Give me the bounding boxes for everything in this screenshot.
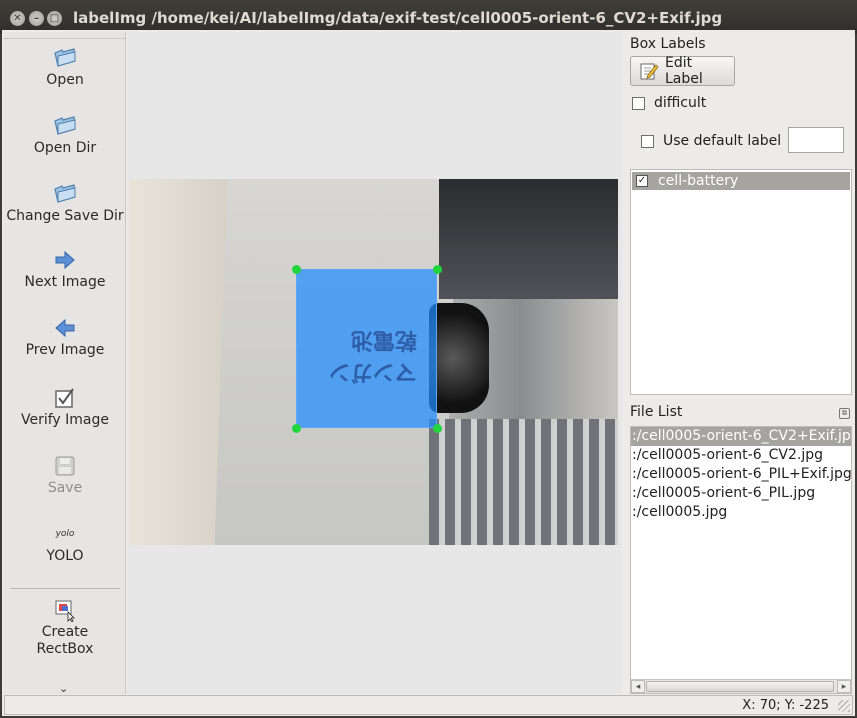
rectbox-icon bbox=[4, 596, 126, 624]
edit-icon bbox=[639, 61, 659, 81]
edit-label-text: Edit Label bbox=[665, 55, 703, 87]
file-list-item[interactable]: :/cell0005.jpg bbox=[631, 503, 851, 522]
scroll-right-icon[interactable]: ▸ bbox=[837, 680, 851, 693]
file-list-item[interactable]: :/cell0005-orient-6_CV2.jpg bbox=[631, 446, 851, 465]
undock-icon[interactable]: ⧉ bbox=[839, 408, 850, 419]
bbox-handle-top-left[interactable] bbox=[292, 265, 301, 274]
arrow-right-icon bbox=[4, 246, 126, 274]
maximize-window-button[interactable]: □ bbox=[47, 11, 62, 26]
difficult-checkbox[interactable]: difficult bbox=[632, 95, 706, 111]
open-button[interactable]: Open bbox=[4, 44, 126, 89]
battery-text: マンガン乾電池 bbox=[328, 327, 417, 384]
edit-label-button[interactable]: Edit Label bbox=[630, 55, 735, 87]
box-labels-title: Box Labels bbox=[630, 36, 706, 52]
next-image-button[interactable]: Next Image bbox=[4, 246, 126, 291]
open-dir-label: Open Dir bbox=[33, 140, 97, 156]
floppy-icon bbox=[4, 452, 126, 480]
scroll-left-icon[interactable]: ◂ bbox=[631, 680, 645, 693]
bounding-box-cell-battery[interactable]: マンガン乾電池 bbox=[296, 269, 437, 428]
image-canvas[interactable]: マンガン乾電池 bbox=[127, 32, 622, 694]
bbox-handle-top-right[interactable] bbox=[433, 265, 442, 274]
cursor-coordinates: X: 70; Y: -225 bbox=[742, 698, 829, 713]
yolo-label: YOLO bbox=[46, 548, 84, 564]
open-label: Open bbox=[46, 72, 84, 88]
close-window-button[interactable]: ✕ bbox=[10, 11, 25, 26]
arrow-left-icon bbox=[4, 314, 126, 342]
file-list[interactable]: :/cell0005-orient-6_CV2+Exif.jpg :/cell0… bbox=[630, 426, 852, 694]
bbox-handle-bottom-right[interactable] bbox=[433, 424, 442, 433]
difficult-label: difficult bbox=[654, 95, 707, 111]
open-dir-button[interactable]: Open Dir bbox=[4, 112, 126, 157]
label-checkbox[interactable]: ✓ bbox=[636, 175, 648, 187]
change-save-dir-label: Change Save Dir bbox=[6, 208, 124, 224]
folder-open-icon bbox=[4, 44, 126, 72]
photo-image: マンガン乾電池 bbox=[129, 179, 618, 545]
label-item-cell-battery[interactable]: ✓ cell-battery bbox=[632, 172, 850, 190]
bbox-handle-bottom-left[interactable] bbox=[292, 424, 301, 433]
use-default-check-box[interactable] bbox=[641, 134, 654, 148]
folder-open-icon bbox=[4, 112, 126, 140]
prev-image-label: Prev Image bbox=[25, 342, 105, 358]
yolo-button[interactable]: yolo YOLO bbox=[4, 520, 126, 565]
file-list-item[interactable]: :/cell0005-orient-6_PIL+Exif.jpg bbox=[631, 465, 851, 484]
save-button[interactable]: Save bbox=[4, 452, 126, 497]
main-window: Open Open Dir Change Save Dir Next Image bbox=[2, 30, 855, 716]
change-save-dir-button[interactable]: Change Save Dir bbox=[4, 180, 126, 225]
toolbar: Open Open Dir Change Save Dir Next Image bbox=[4, 32, 126, 695]
prev-image-button[interactable]: Prev Image bbox=[4, 314, 126, 359]
file-list-scrollbar[interactable]: ◂ ▸ bbox=[631, 679, 851, 693]
create-rectbox-button[interactable]: Create RectBox bbox=[4, 596, 126, 658]
difficult-check-box[interactable] bbox=[632, 96, 645, 110]
save-label: Save bbox=[47, 480, 83, 496]
yolo-icon: yolo bbox=[55, 529, 75, 539]
use-default-label-text: Use default label bbox=[663, 133, 782, 149]
right-dock: Box Labels Edit Label difficult Use defa… bbox=[628, 32, 853, 694]
next-image-label: Next Image bbox=[24, 274, 106, 290]
default-label-input[interactable] bbox=[788, 127, 844, 153]
scrollbar-thumb[interactable] bbox=[646, 681, 834, 692]
verify-image-label: Verify Image bbox=[20, 412, 109, 428]
battery-terminal bbox=[429, 303, 489, 413]
use-default-label-checkbox[interactable]: Use default label bbox=[641, 133, 781, 149]
resize-grip-icon[interactable] bbox=[838, 700, 850, 712]
verify-image-button[interactable]: Verify Image bbox=[4, 384, 126, 429]
folder-open-icon bbox=[4, 180, 126, 208]
toolbar-handle[interactable] bbox=[4, 32, 126, 39]
file-list-item[interactable]: :/cell0005-orient-6_CV2+Exif.jpg bbox=[631, 427, 851, 446]
window-title: labelImg /home/kei/AI/labelImg/data/exif… bbox=[73, 9, 723, 27]
toolbar-separator bbox=[10, 588, 120, 589]
create-rectbox-label: Create RectBox bbox=[36, 624, 94, 657]
minimize-window-button[interactable]: – bbox=[29, 11, 44, 26]
label-list[interactable]: ✓ cell-battery bbox=[630, 169, 852, 395]
checkbox-icon bbox=[4, 384, 126, 412]
file-list-item[interactable]: :/cell0005-orient-6_PIL.jpg bbox=[631, 484, 851, 503]
toolbar-extension-icon[interactable]: ⌄ bbox=[59, 682, 68, 695]
status-bar: X: 70; Y: -225 bbox=[4, 695, 853, 715]
label-item-name: cell-battery bbox=[658, 173, 739, 189]
file-list-title: File List bbox=[630, 404, 683, 420]
title-bar: ✕ – □ labelImg /home/kei/AI/labelImg/dat… bbox=[0, 0, 857, 34]
